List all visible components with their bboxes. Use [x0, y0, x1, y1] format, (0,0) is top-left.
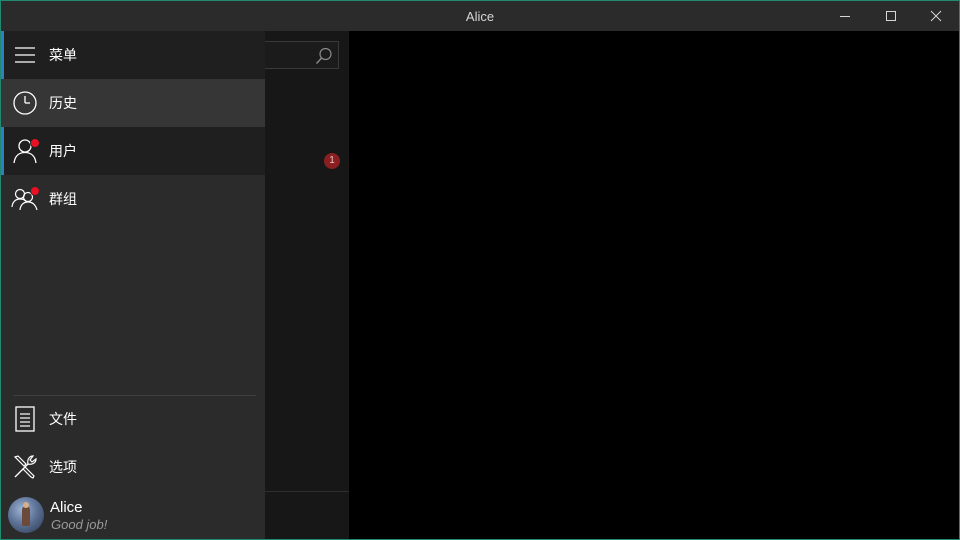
app-window: Alice 1 菜单 历史 用户 群组 文件 选项 Alice Good job…	[0, 0, 960, 540]
nav-item-label: 群组	[49, 191, 77, 207]
maximize-button[interactable]	[868, 1, 914, 31]
maximize-icon	[886, 11, 896, 21]
profile-name: Alice	[50, 499, 83, 516]
document-icon	[1, 395, 49, 443]
profile-status: Good job!	[51, 517, 108, 532]
avatar-figure	[22, 506, 30, 526]
nav-item-groups[interactable]: 群组	[1, 175, 265, 223]
nav-item-label: 历史	[49, 95, 77, 111]
hamburger-icon	[1, 31, 49, 79]
window-title: Alice	[465, 9, 495, 24]
tools-icon	[1, 443, 49, 491]
title-bar[interactable]: Alice	[1, 1, 959, 31]
search-icon[interactable]	[314, 46, 334, 66]
notification-dot	[30, 138, 40, 148]
nav-item-history[interactable]: 历史	[1, 79, 265, 127]
nav-item-files[interactable]: 文件	[1, 395, 265, 443]
unread-count-badge: 1	[324, 153, 340, 169]
notification-dot	[30, 186, 40, 196]
clock-icon	[1, 79, 49, 127]
nav-item-label: 选项	[49, 459, 77, 475]
navigation-drawer: 菜单 历史 用户 群组 文件 选项 Alice Good job!	[1, 31, 265, 539]
avatar	[8, 497, 44, 533]
divider	[265, 491, 349, 492]
nav-item-label: 菜单	[49, 47, 77, 63]
minimize-button[interactable]	[822, 1, 868, 31]
search-input[interactable]	[255, 41, 339, 69]
user-profile[interactable]: Alice Good job!	[1, 491, 265, 539]
close-button[interactable]	[913, 1, 959, 31]
close-icon	[930, 10, 942, 22]
minimize-icon	[840, 16, 850, 17]
nav-item-label: 用户	[49, 143, 77, 159]
avatar-figure-head	[23, 502, 29, 508]
nav-item-users[interactable]: 用户	[1, 127, 265, 175]
group-icon	[1, 175, 49, 223]
nav-item-label: 文件	[49, 411, 77, 427]
nav-item-options[interactable]: 选项	[1, 443, 265, 491]
user-icon	[1, 127, 49, 175]
nav-item-menu[interactable]: 菜单	[1, 31, 265, 79]
